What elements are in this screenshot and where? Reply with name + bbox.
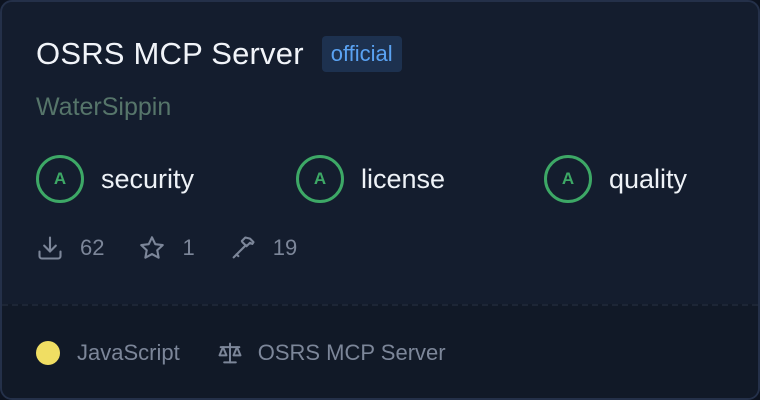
language-label: JavaScript [77,340,180,365]
footer-row: JavaScript OSRS MCP Server [36,339,446,367]
server-title[interactable]: OSRS MCP Server [36,36,304,72]
stars-stat: 1 [138,234,195,262]
grade-badge-quality: A [544,155,592,203]
grade-quality[interactable]: A quality [544,155,687,203]
official-badge: official [321,36,402,72]
license-label: OSRS MCP Server [257,340,446,365]
language-dot [36,341,60,365]
star-icon [140,236,165,259]
hammer-icon [232,236,255,259]
grade-license[interactable]: A license [296,155,445,203]
title-row: OSRS MCP Server official [36,36,402,72]
server-card[interactable]: OSRS MCP Server official WaterSippin A s… [0,0,760,400]
grade-label-security: security [101,164,195,194]
card-footer: JavaScript OSRS MCP Server [2,304,758,398]
scale-icon [218,342,242,364]
downloads-stat: 62 [36,234,104,262]
downloads-count: 62 [80,235,105,260]
download-icon [38,236,62,260]
tools-stat: 19 [229,234,297,262]
grade-badge-security: A [36,155,84,203]
grade-badge-license: A [296,155,344,203]
tools-count: 19 [272,235,298,260]
stars-count: 1 [182,235,195,260]
author-name[interactable]: WaterSippin [36,92,171,122]
grade-label-quality: quality [609,164,688,194]
grade-label-license: license [361,164,446,194]
stats-row: 62 1 19 [36,234,331,262]
grade-security[interactable]: A security [36,155,194,203]
